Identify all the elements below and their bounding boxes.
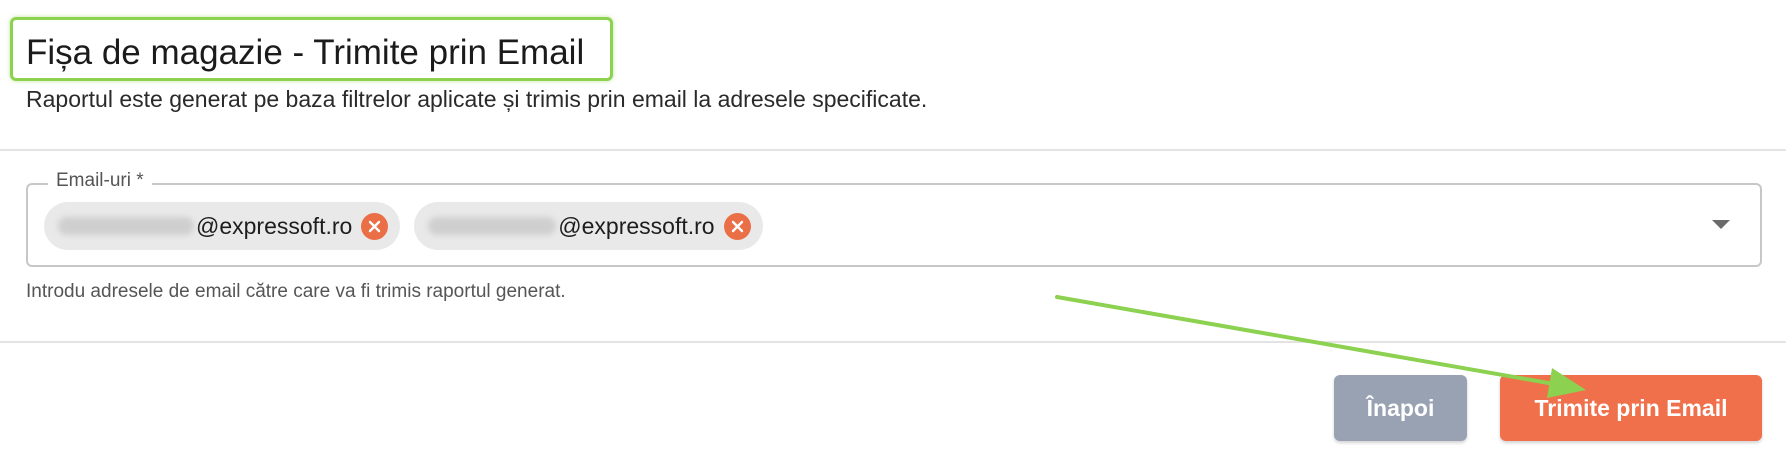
chevron-down-icon[interactable] xyxy=(1712,220,1730,229)
send-email-button[interactable]: Trimite prin Email xyxy=(1500,375,1762,441)
send-report-email-page: Fișa de magazie - Trimite prin Email Rap… xyxy=(0,0,1786,469)
email-multiselect-field[interactable]: Email-uri * @expressoft.ro @expressoft.r… xyxy=(26,169,1762,267)
email-chip[interactable]: @expressoft.ro xyxy=(414,202,763,250)
email-field-label: Email-uri * xyxy=(48,169,152,193)
back-button[interactable]: Înapoi xyxy=(1334,375,1467,441)
divider xyxy=(0,149,1786,151)
email-chip[interactable]: @expressoft.ro xyxy=(44,202,401,250)
page-title: Fișa de magazie - Trimite prin Email xyxy=(26,33,585,72)
email-chips: @expressoft.ro @expressoft.ro xyxy=(44,202,763,250)
email-chip-domain: @expressoft.ro xyxy=(558,213,715,239)
remove-chip-icon[interactable] xyxy=(723,212,751,240)
remove-chip-icon[interactable] xyxy=(361,212,389,240)
email-helper-text: Introdu adresele de email către care va … xyxy=(26,281,566,302)
divider xyxy=(0,341,1786,343)
page-subtitle: Raportul este generat pe baza filtrelor … xyxy=(26,86,928,112)
redacted-email-local-part xyxy=(428,217,557,235)
redacted-email-local-part xyxy=(58,217,194,235)
email-chip-domain: @expressoft.ro xyxy=(196,213,353,239)
